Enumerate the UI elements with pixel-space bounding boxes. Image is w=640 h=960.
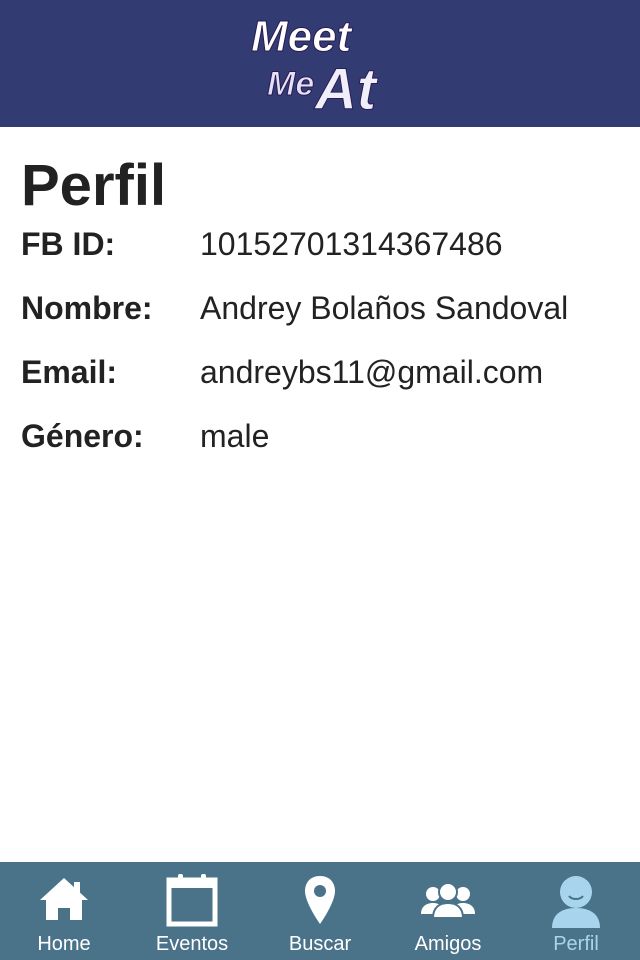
logo-line-meet: Meet: [251, 12, 354, 61]
field-label-nombre: Nombre:: [21, 290, 153, 326]
field-value-nombre: Andrey Bolaños Sandoval: [200, 290, 569, 326]
field-value-email: andreybs11@gmail.com: [200, 354, 544, 390]
tab-home-label: Home: [37, 933, 91, 955]
field-value-fb-id: 10152701314367486: [200, 226, 503, 262]
tab-eventos[interactable]: Eventos: [128, 862, 256, 960]
user-icon: [552, 876, 600, 928]
field-label-fb-id: FB ID:: [21, 226, 116, 262]
field-row-nombre: Nombre: Andrey Bolaños Sandoval: [0, 288, 640, 328]
tab-amigos-label: Amigos: [414, 933, 482, 955]
tab-perfil[interactable]: Perfil: [512, 862, 640, 960]
tab-buscar[interactable]: Buscar: [256, 862, 384, 960]
calendar-icon: [166, 874, 218, 927]
map-pin-icon: [305, 876, 335, 924]
logo-line-me: Me: [267, 65, 314, 103]
tab-amigos[interactable]: Amigos: [384, 862, 512, 960]
tab-home[interactable]: Home: [0, 862, 128, 960]
group-icon: [421, 882, 475, 919]
tab-buscar-label: Buscar: [288, 933, 352, 955]
field-label-email: Email:: [21, 354, 118, 390]
field-row-genero: Género: male: [0, 416, 640, 456]
home-icon: [40, 878, 88, 920]
field-label-genero: Género:: [21, 418, 144, 454]
field-value-genero: male: [200, 418, 270, 454]
tab-eventos-label: Eventos: [155, 933, 229, 955]
tab-perfil-label: Perfil: [553, 933, 599, 955]
logo-line-at: At: [313, 57, 379, 119]
field-row-email: Email: andreybs11@gmail.com: [0, 352, 640, 392]
app-header: Meet Me At: [0, 0, 640, 127]
app-logo: Meet Me At: [245, 9, 395, 119]
field-row-fb-id: FB ID: 10152701314367486: [0, 224, 640, 264]
page-title: Perfil: [21, 153, 167, 218]
bottom-tab-bar: Home Eventos Buscar Amigos Perfil: [0, 862, 640, 960]
